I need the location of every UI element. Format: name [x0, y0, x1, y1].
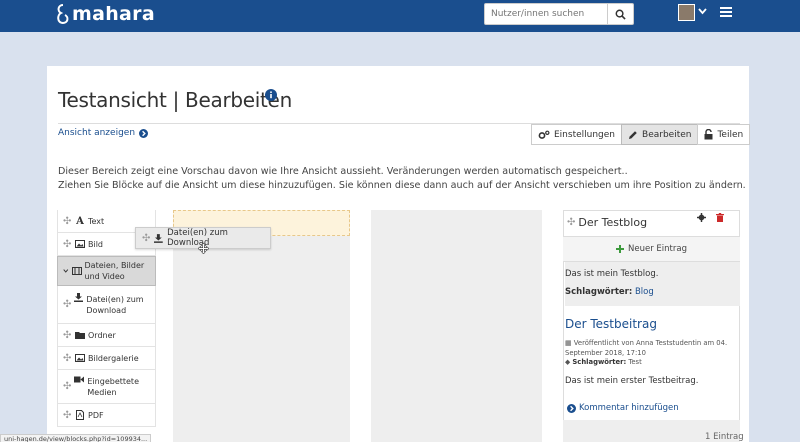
layout-column-2[interactable]	[371, 210, 542, 442]
file-pdf-icon	[75, 410, 85, 420]
font-icon: A	[76, 215, 84, 227]
tag-link-blog[interactable]: Blog	[635, 287, 654, 297]
page-title: Testansicht | Bearbeiten	[58, 88, 292, 112]
blog-tags-label: Schlagwörter:	[565, 287, 633, 297]
settings-button[interactable]: Einstellungen	[531, 124, 623, 145]
blog-tags: Schlagwörter: Blog	[565, 287, 740, 297]
edit-mode-buttons: Einstellungen Bearbeiten Teilen	[531, 124, 751, 145]
post-meta-text: Veröffentlicht von Anna Teststudentin am…	[565, 339, 728, 357]
palette-category-files[interactable]: Dateien, Bilder und Video	[57, 256, 156, 286]
page-description: Dieser Bereich zeigt eine Vorschau davon…	[58, 165, 746, 193]
move-cursor-icon	[198, 243, 209, 254]
user-avatar[interactable]	[678, 4, 695, 21]
add-comment-link[interactable]: Kommentar hinzufügen	[567, 403, 679, 413]
palette-item-embedded-media[interactable]: ✣ Eingebettete Medien	[57, 370, 156, 404]
post-tags-label: Schlagwörter:	[572, 358, 627, 366]
post-meta: ▦ Veröffentlicht von Anna Teststudentin …	[565, 338, 735, 358]
entry-count: 1 Eintrag	[705, 432, 744, 442]
view-link-label: Ansicht anzeigen	[58, 128, 136, 138]
palette-item-gallery[interactable]: ✣ Bildergalerie	[57, 347, 156, 370]
edit-label: Bearbeiten	[642, 129, 692, 140]
post-tags: ◆ Schlagwörter: Test	[565, 358, 642, 366]
move-icon: ✣	[63, 381, 72, 392]
move-icon: ✣	[63, 329, 72, 341]
post-body: Das ist mein erster Testbeitrag.	[565, 376, 699, 386]
palette-item-pdf[interactable]: ✣ PDF	[57, 404, 156, 427]
pencil-icon	[629, 130, 637, 139]
arrow-circle-right-icon	[139, 128, 149, 138]
search-button[interactable]	[608, 3, 634, 25]
arrow-circle-right-icon	[567, 403, 576, 413]
blog-description: Das ist mein Testblog. Schlagwörter: Blo…	[565, 262, 740, 306]
folder-icon	[75, 331, 85, 339]
image-icon	[75, 354, 85, 362]
film-icon	[71, 267, 82, 275]
gear-icon[interactable]	[697, 213, 706, 222]
move-icon: ✣	[63, 215, 72, 227]
share-label: Teilen	[717, 129, 744, 140]
move-icon: ✣	[63, 409, 72, 421]
logo-text: mahara	[72, 3, 155, 25]
menu-icon[interactable]	[720, 7, 732, 17]
download-icon	[74, 293, 84, 302]
image-icon	[75, 240, 85, 248]
new-entry-label: Neuer Eintrag	[628, 244, 687, 254]
mahara-logo[interactable]: mahara	[56, 3, 155, 25]
move-icon: ✣	[142, 232, 151, 244]
edit-button[interactable]: Bearbeiten	[621, 124, 699, 145]
search-icon	[615, 9, 626, 20]
move-icon: ✣	[63, 299, 72, 310]
chevron-down-icon[interactable]	[698, 8, 707, 15]
info-icon[interactable]	[265, 89, 277, 101]
settings-label: Einstellungen	[554, 129, 616, 140]
cogs-icon	[538, 130, 550, 139]
blog-title-text: Der Testblog	[578, 216, 648, 229]
calendar-icon: ▦	[565, 339, 572, 347]
palette-item-folder[interactable]: ✣ Ordner	[57, 324, 156, 347]
view-page-link[interactable]: Ansicht anzeigen	[58, 128, 149, 138]
move-icon: ✣	[567, 217, 576, 228]
video-camera-icon	[74, 376, 85, 383]
top-navbar: mahara	[0, 0, 800, 32]
dragged-block-label: Datei(en) zum Download	[167, 228, 228, 248]
blog-block-tools	[697, 213, 724, 222]
blog-description-text: Das ist mein Testblog.	[565, 269, 659, 279]
download-icon	[154, 233, 164, 243]
post-tags-value[interactable]: Test	[628, 358, 641, 366]
search-input[interactable]	[484, 3, 608, 25]
user-search	[484, 3, 634, 25]
add-comment-label: Kommentar hinzufügen	[579, 403, 679, 413]
new-entry-button[interactable]: Neuer Eintrag	[563, 237, 740, 262]
move-icon: ✣	[63, 238, 72, 250]
share-button[interactable]: Teilen	[697, 124, 751, 145]
browser-status-bar: uni-hagen.de/view/blocks.php?id=109934..…	[0, 434, 152, 442]
chevron-down-icon	[63, 269, 69, 273]
palette-item-file-download[interactable]: ✣ Datei(en) zum Download	[57, 286, 156, 324]
description-line-2: Ziehen Sie Blöcke auf die Ansicht um die…	[58, 180, 746, 191]
blog-block-title[interactable]: ✣ Der Testblog	[567, 216, 647, 229]
plus-icon	[616, 245, 625, 253]
trash-icon[interactable]	[716, 213, 724, 222]
move-icon: ✣	[63, 352, 72, 364]
unlock-icon	[704, 129, 713, 140]
tag-icon: ◆	[565, 358, 571, 366]
mahara-logo-icon	[57, 4, 69, 25]
post-title-link[interactable]: Der Testbeitrag	[565, 317, 657, 331]
description-line-1: Dieser Bereich zeigt eine Vorschau davon…	[58, 166, 628, 177]
